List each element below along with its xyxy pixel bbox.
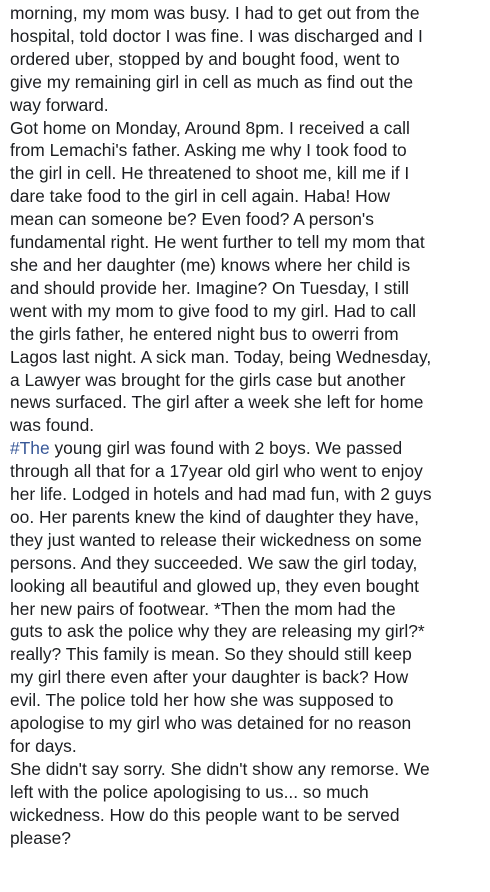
text-line: news surfaced. The girl after a week she… — [10, 392, 424, 413]
text-line: and should provide her. Imagine? On Tues… — [10, 277, 409, 298]
text-line-with-hashtag: #The young girl was found with 2 boys. W… — [10, 437, 482, 460]
text-line: looking all beautiful and glowed up, the… — [10, 575, 419, 596]
text-line: apologise to my girl who was detained fo… — [10, 713, 412, 734]
text-line: fundamental right. He went further to te… — [10, 232, 425, 253]
text-line: give my remaining girl in cell as much a… — [10, 71, 414, 92]
text-line: please? — [10, 827, 71, 848]
text-line: Lagos last night. A sick man. Today, bei… — [10, 346, 432, 367]
text-line: they just wanted to release their wicked… — [10, 529, 422, 550]
text-line: She didn't say sorry. She didn't show an… — [10, 758, 430, 779]
text-line: evil. The police told her how she was su… — [10, 690, 394, 711]
text-line: mean can someone be? Even food? A person… — [10, 209, 374, 230]
text-line: the girls father, he entered night bus t… — [10, 323, 399, 344]
text-line: left with the police apologising to us..… — [10, 781, 369, 802]
text-line: ordered uber, stopped by and bought food… — [10, 48, 400, 69]
text-line: morning, my mom was busy. I had to get o… — [10, 3, 420, 23]
text-line: wickedness. How do this people want to b… — [10, 804, 400, 825]
text-line: was found. — [10, 415, 95, 436]
text-line: she and her daughter (me) knows where he… — [10, 254, 411, 275]
text-line: from Lemachi's father. Asking me why I t… — [10, 140, 407, 161]
text-line: for days. — [10, 736, 77, 756]
text-line: oo. Her parents knew the kind of daughte… — [10, 506, 419, 527]
hashtag-link[interactable]: #The — [10, 438, 50, 458]
text-line: hospital, told doctor I was fine. I was … — [10, 25, 423, 46]
text-line: the girl in cell. He threatened to shoot… — [10, 163, 410, 184]
text-line: way forward. — [10, 94, 109, 115]
text-line: went with my mom to give food to my girl… — [10, 300, 416, 321]
text-line: Got home on Monday, Around 8pm. I receiv… — [10, 117, 410, 138]
text-line: my girl there even after your daughter i… — [10, 667, 409, 688]
text-line: through all that for a 17year old girl w… — [10, 461, 423, 482]
text-line: dare take food to the girl in cell again… — [10, 186, 390, 207]
text-line: a Lawyer was brought for the girls case … — [10, 369, 406, 390]
text-line: her new pairs of footwear. *Then the mom… — [10, 598, 396, 619]
text-line: guts to ask the police why they are rele… — [10, 621, 425, 642]
text-line: her life. Lodged in hotels and had mad f… — [10, 484, 432, 505]
text-line: persons. And they succeeded. We saw the … — [10, 552, 418, 573]
text-line: really? This family is mean. So they sho… — [10, 644, 412, 665]
text-line-rest: young girl was found with 2 boys. We pas… — [54, 438, 403, 459]
post-text: morning, my mom was busy. I had to get o… — [0, 0, 490, 892]
